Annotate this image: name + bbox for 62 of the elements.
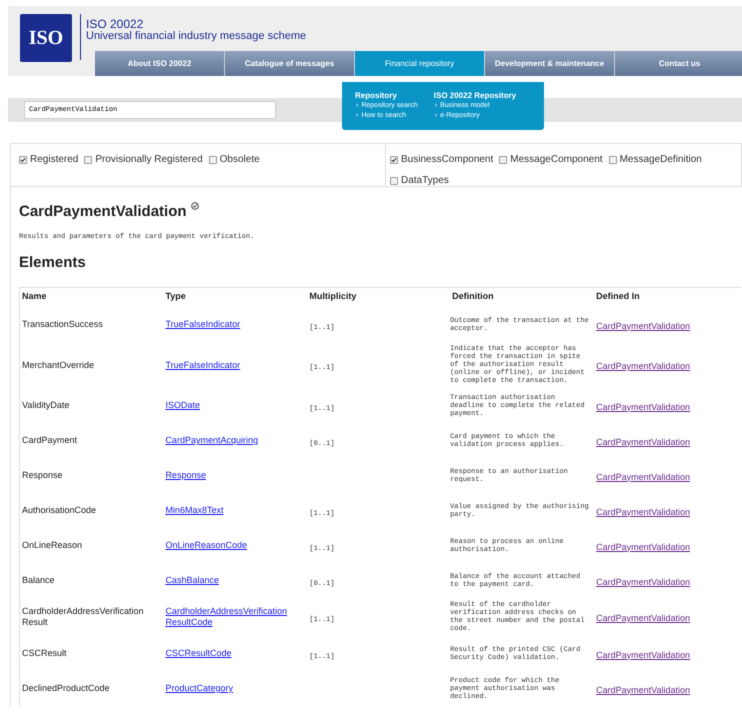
nav-tab[interactable]: Catalogue of messages — [225, 51, 355, 76]
menu-heading: Repository — [355, 91, 398, 101]
column-header: Definition — [452, 290, 494, 300]
table-cell-text: TransactionSuccess — [22, 319, 104, 330]
type-link[interactable]: ISODate — [165, 400, 308, 411]
checkbox[interactable] — [390, 156, 398, 164]
check-circle-icon — [190, 202, 199, 210]
column-header: Type — [165, 290, 186, 300]
checkbox-label: BusinessComponent — [401, 153, 494, 167]
defined-in-link[interactable]: CardPaymentValidation — [596, 576, 690, 586]
table-cell-text: CardholderAddressVerification Result — [22, 606, 145, 628]
table-cell-text: OnLineReason — [22, 540, 84, 551]
checkbox[interactable] — [499, 156, 508, 164]
checkbox-label: MessageDefinition — [620, 153, 702, 167]
checkbox[interactable] — [608, 156, 617, 164]
type-link[interactable]: CashBalance — [165, 575, 308, 586]
type-link[interactable]: TrueFalseIndicator — [165, 360, 308, 370]
table-cell-text: ValidityDate — [22, 400, 70, 411]
type-link[interactable]: ProductCategory — [165, 683, 308, 694]
checkbox-label: MessageComponent — [510, 153, 603, 167]
type-link[interactable]: Min6Max8Text — [165, 505, 308, 516]
table-cell-text: MerchantOverride — [22, 360, 96, 370]
table-cell-text: CardPayment — [22, 435, 78, 446]
defined-in-link[interactable]: CardPaymentValidation — [596, 684, 690, 694]
defined-in-link[interactable]: CardPaymentValidation — [596, 436, 690, 446]
column-header: Multiplicity — [309, 290, 356, 300]
nav-tab[interactable]: Contact us — [615, 51, 742, 76]
defined-in-link[interactable]: CardPaymentValidation — [596, 320, 690, 330]
type-link[interactable]: CardholderAddressVerification ResultCode — [165, 606, 308, 628]
checkbox-label: Obsolete — [220, 153, 260, 167]
column-header: Defined In — [596, 290, 640, 300]
iso-logo[interactable]: ISO — [20, 14, 72, 62]
site-title: ISO 20022 — [86, 18, 144, 30]
checkbox-label: DataTypes — [401, 174, 449, 188]
checkbox[interactable] — [84, 156, 92, 164]
type-link[interactable]: Response — [165, 470, 308, 481]
column-header: Name — [22, 290, 47, 300]
defined-in-link[interactable]: CardPaymentValidation — [596, 613, 690, 623]
page-title: CardPaymentValidation — [19, 202, 187, 222]
checkbox[interactable] — [208, 156, 217, 164]
type-link[interactable]: OnLineReasonCode — [165, 540, 308, 551]
section-heading: Elements — [19, 253, 87, 273]
defined-in-link[interactable]: CardPaymentValidation — [596, 506, 690, 516]
checkbox-label: Registered — [30, 153, 78, 167]
checkbox[interactable] — [390, 176, 398, 184]
defined-in-link[interactable]: CardPaymentValidation — [596, 542, 690, 552]
defined-in-link[interactable]: CardPaymentValidation — [596, 472, 690, 482]
checkbox[interactable] — [19, 156, 27, 164]
table-cell-text: AuthorisationCode — [22, 505, 98, 516]
defined-in-link[interactable]: CardPaymentValidation — [596, 361, 690, 371]
type-link[interactable]: CardPaymentAcquiring — [165, 435, 308, 446]
defined-in-link[interactable]: CardPaymentValidation — [596, 650, 690, 660]
site-subtitle: Universal financial industry message scheme — [86, 30, 306, 42]
checkbox-label: Provisionally Registered — [95, 153, 203, 167]
table-cell-text: Balance — [22, 575, 56, 586]
table-cell-text: CSCResult — [22, 648, 68, 659]
type-link[interactable]: CSCResultCode — [165, 648, 308, 659]
table-cell-text: DeclinedProductCode — [22, 683, 111, 694]
menu-heading: ISO 20022 Repository — [434, 91, 516, 101]
table-cell-text: Response — [22, 470, 64, 481]
defined-in-link[interactable]: CardPaymentValidation — [596, 402, 690, 412]
type-link[interactable]: TrueFalseIndicator — [165, 319, 308, 330]
